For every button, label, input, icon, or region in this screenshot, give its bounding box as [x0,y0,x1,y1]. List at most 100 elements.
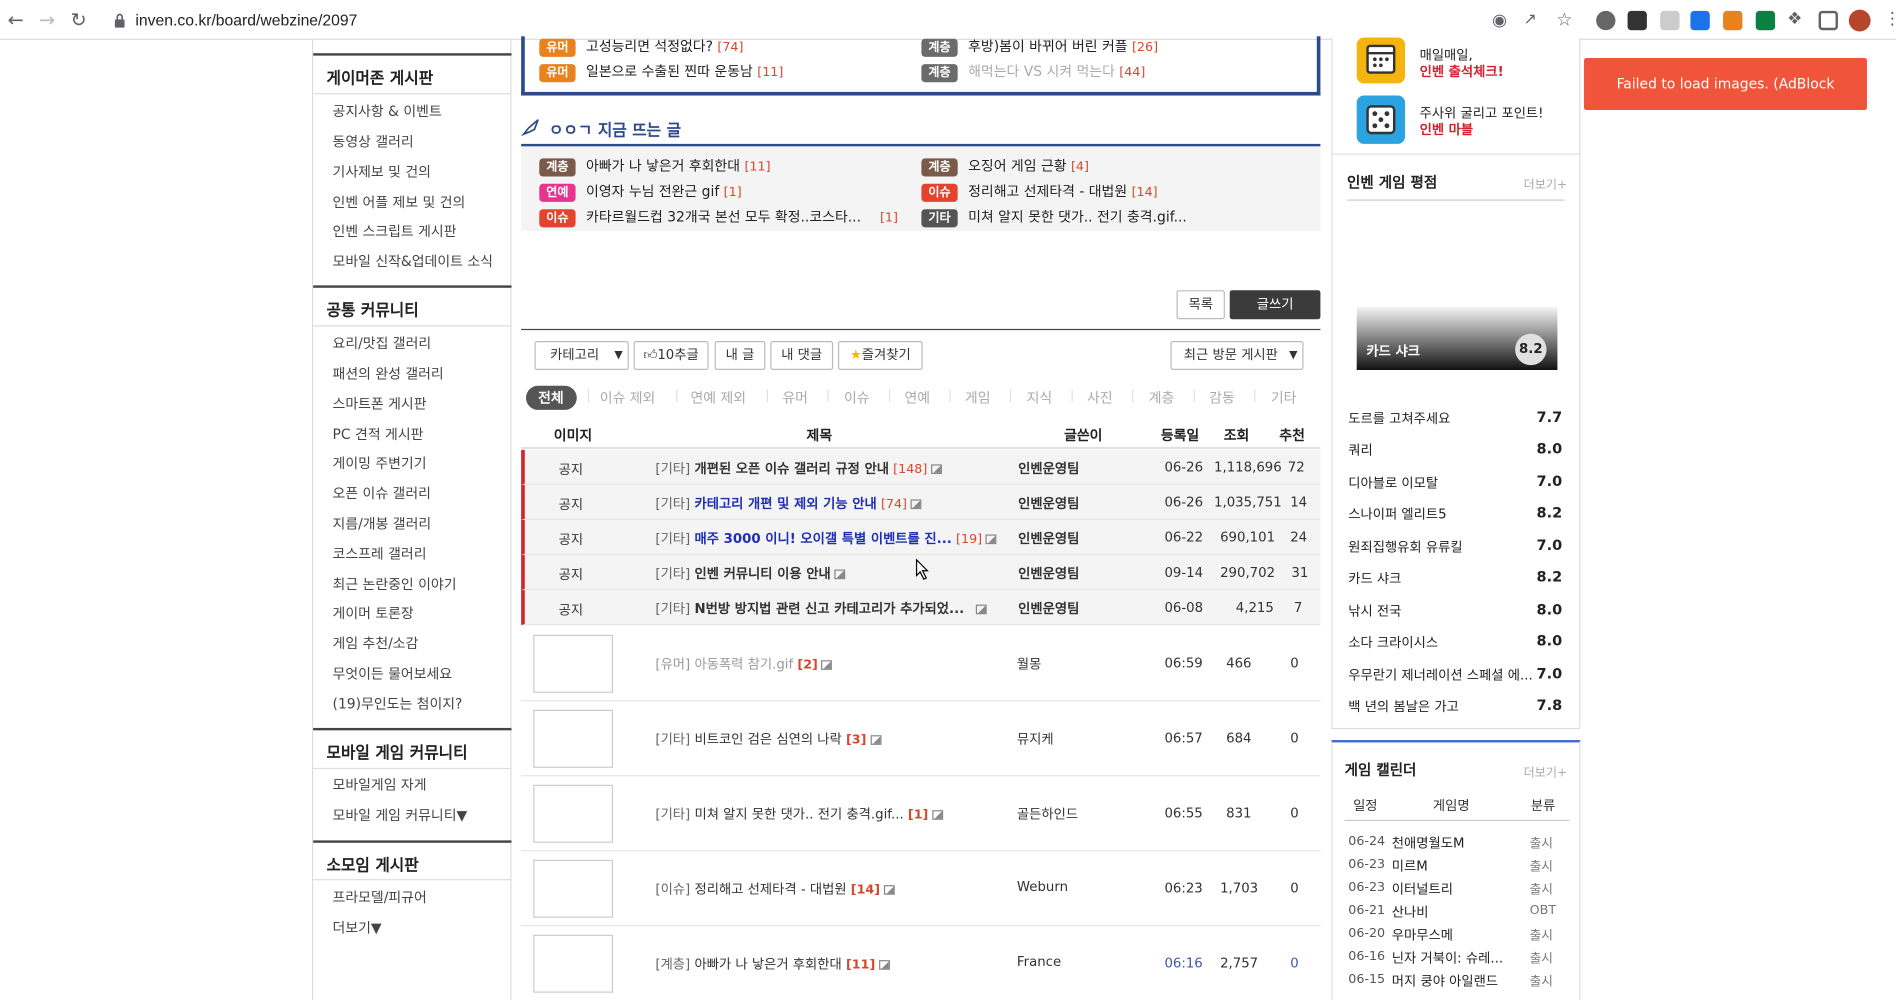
notice-row[interactable]: 공지 [기타] N번방 방지법 관련 신고 카테고리가 추가되었... 인벤운영… [521,590,1321,626]
category-tab[interactable]: 지식 [1027,388,1053,407]
sidepanel-icon[interactable] [1818,10,1838,31]
notice-row[interactable]: 공지 [기타] 카테고리 개편 및 제외 기능 안내 [74] 인벤운영팀 06… [521,484,1321,520]
table-row[interactable]: [이슈] 정리해고 선제타격 - 대법원 [14] Weburn 06:23 1… [521,851,1321,927]
category-tab[interactable]: 이슈 제외 [600,388,656,407]
rating-item[interactable]: 우무란기 제너레이션 스페셜 에... [1348,665,1532,684]
rating-item[interactable]: 원죄집행유회 유류킬 [1348,537,1462,556]
sidebar-item[interactable]: 최근 논란중인 이야기 [333,574,457,593]
sidebar-item[interactable]: (19)무인도는 첨이지? [333,694,463,713]
notice-row[interactable]: 공지 [기타] 매주 3000 이니! 오이갤 특별 이벤트를 진... [19… [521,519,1321,556]
sidebar-item[interactable]: 모바일 게임 커뮤니티▼ [333,805,468,824]
sidebar-item[interactable]: 모바일 신작&업데이트 소식 [333,252,493,271]
thumbnail[interactable] [533,634,614,693]
table-row[interactable]: [기타] 비트코인 검은 심연의 나락 [3] 뮤지케 06:57 684 0 [521,701,1321,777]
extension-s-icon[interactable] [1755,10,1776,31]
table-row[interactable]: [기타] 미쳐 알지 못한 댓가.. 전기 충격.gif... [1] 골든하인… [521,776,1321,852]
calendar-item[interactable]: 이터널트리 [1392,879,1453,898]
calendar-item[interactable]: 머지 쿵야 아일랜드 [1392,971,1498,990]
extension-key-icon[interactable] [1627,10,1647,31]
like10-button[interactable]: 👍︎10추글 [633,340,709,371]
list-item[interactable]: 이슈 정리해고 선제타격 - 대법원 [14] [921,181,1158,202]
list-item[interactable]: 유머 고성능리면 석정없다? [74] [539,36,743,57]
sidebar-item[interactable]: 지름/개봉 갤러리 [333,514,432,533]
extension-shield-icon[interactable] [1660,10,1680,31]
category-tab[interactable]: 전체 [538,388,564,407]
calendar-item[interactable]: 천애명월도M [1392,833,1465,852]
my-post-button[interactable]: 내 글 [714,340,766,371]
rating-item[interactable]: 낚시 전국 [1348,601,1401,620]
list-item[interactable]: 계층 해먹는다 VS 시켜 먹는다 [44] [921,62,1145,83]
star-icon[interactable]: ☆ [1556,8,1572,30]
my-comment-button[interactable]: 내 댓글 [770,340,834,371]
rating-item[interactable]: 디아블로 이모탈 [1348,473,1438,492]
list-item[interactable]: 계층 오징어 게임 근황 [4] [921,156,1089,177]
back-icon[interactable]: ← [4,8,28,32]
sidebar-item[interactable]: 공지사항 & 이벤트 [333,102,442,121]
reload-icon[interactable]: ↻ [67,8,91,32]
recent-board-select[interactable]: 최근 방문 게시판 ▼ [1170,340,1304,371]
thumbnail[interactable] [533,784,614,843]
sidebar-item[interactable]: 기사제보 및 건의 [333,162,431,181]
sidebar-item[interactable]: 동영상 갤러리 [333,132,414,151]
calendar-item[interactable]: 우마무스메 [1392,925,1453,944]
rating-item[interactable]: 스나이퍼 엘리트5 [1348,504,1446,523]
avatar[interactable] [1848,9,1871,32]
list-item[interactable]: 계층 아빠가 나 낳은거 후회한대 [11] [539,156,771,177]
extension-download-icon[interactable] [1690,10,1710,31]
sidebar-item[interactable]: 오픈 이슈 갤러리 [333,484,431,503]
rating-item[interactable]: 소다 크라이시스 [1348,632,1438,651]
featured-game-card[interactable]: 카드 샤크 8.2 [1356,307,1558,371]
table-row[interactable]: [유머] 아동폭력 참기.gif [2] 월몽 06:59 466 0 [521,626,1321,702]
sidebar-item[interactable]: 게이밍 주변기기 [333,453,427,472]
thumbnail[interactable] [533,934,614,993]
adblock-error-toast[interactable]: Failed to load images. (AdBlock Exceptio… [1584,58,1867,144]
category-tab[interactable]: 유머 [782,388,808,407]
category-tab[interactable]: 이슈 [844,388,870,407]
category-tab[interactable]: 감동 [1209,388,1235,407]
thumbnail[interactable] [533,709,614,768]
calendar-item[interactable]: 미르M [1392,856,1428,875]
more-link[interactable]: 더보기+ [1524,762,1568,780]
extension-fox-icon[interactable] [1723,10,1743,31]
eye-off-icon[interactable]: ◉ [1492,11,1507,30]
puzzle-icon[interactable]: ❖ [1787,10,1802,29]
sidebar-item[interactable]: 패션의 완성 갤러리 [333,364,444,383]
sidebar-item[interactable]: 모바일게임 자게 [333,775,427,794]
rating-item[interactable]: 도르를 고쳐주세요 [1348,409,1450,428]
calendar-icon[interactable] [1356,37,1406,84]
sidebar-item[interactable]: 게임 추천/소감 [333,634,419,653]
calendar-item[interactable]: 닌자 거북이: 슈레... [1392,948,1503,967]
list-item[interactable]: 기타 미쳐 알지 못한 댓가.. 전기 충격.gif... [921,207,1187,228]
rating-item[interactable]: 백 년의 봄날은 가고 [1348,696,1459,715]
sidebar-item[interactable]: 요리/맛집 갤러리 [333,334,432,353]
rating-item[interactable]: 쿼리 [1348,440,1372,459]
table-row[interactable]: [계층] 아빠가 나 낳은거 후회한대 [11] France 06:16 2,… [521,926,1320,1000]
list-item[interactable]: 이슈 카타르월드컵 32개국 본선 모두 확정..코스타... [1] [539,207,898,228]
sidebar-item[interactable]: 무엇이든 물어보세요 [333,664,453,683]
category-tab[interactable]: 연예 제외 [690,388,746,407]
category-tab[interactable]: 계층 [1149,388,1175,407]
favorite-button[interactable]: ★즐겨찾기 [837,340,923,371]
share-icon[interactable]: ↗ [1524,11,1537,29]
list-button[interactable]: 목록 [1176,290,1225,320]
sidebar-item[interactable]: 코스프레 갤러리 [333,544,427,563]
category-tab[interactable]: 사진 [1087,388,1113,407]
sidebar-item[interactable]: 더보기▼ [333,918,382,937]
sidebar-item[interactable]: 인벤 스크립트 게시판 [333,221,457,240]
category-select[interactable]: 카테고리 ▼ [534,340,629,371]
list-item[interactable]: 계층 후방)봄이 바뀌어 버린 커플 [26] [921,36,1158,57]
sidebar-item[interactable]: 프라모델/피규어 [333,888,427,907]
calendar-item[interactable]: 산나비 [1392,902,1429,921]
more-link[interactable]: 더보기+ [1524,174,1568,192]
extension-globe-icon[interactable] [1596,10,1616,31]
sidebar-item[interactable]: 스마트폰 게시판 [333,394,427,413]
list-item[interactable]: 연예 이영자 누님 전완근 gif [1] [539,181,742,202]
category-tab[interactable]: 게임 [965,388,991,407]
category-tab[interactable]: 기타 [1271,388,1297,407]
notice-row[interactable]: 공지 [기타] 개편된 오픈 이슈 갤러리 규정 안내 [148] 인벤운영팀 … [521,449,1321,485]
address-bar[interactable]: inven.co.kr/board/webzine/2097 [135,11,357,29]
list-item[interactable]: 유머 일본으로 수출된 찐따 운동남 [11] [539,62,783,83]
sidebar-item[interactable]: 인벤 어플 제보 및 건의 [333,192,466,211]
thumbnail[interactable] [533,859,614,918]
dice-icon[interactable] [1356,95,1406,144]
